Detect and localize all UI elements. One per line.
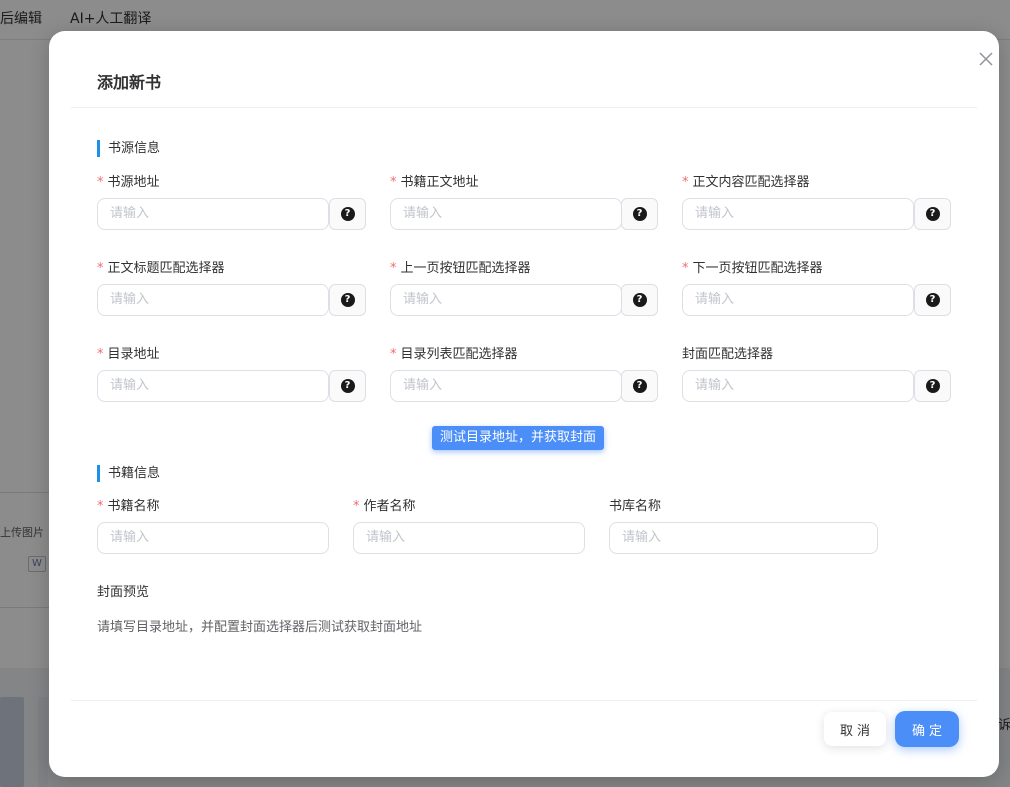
title-selector-input[interactable]: 请输入 xyxy=(97,284,329,316)
library-name-input[interactable]: 请输入 xyxy=(609,522,878,554)
section-title-book: 书籍信息 xyxy=(97,465,160,482)
required-mark: * xyxy=(97,499,104,514)
question-icon: ? xyxy=(925,207,940,221)
help-button-content-selector[interactable]: ? xyxy=(914,198,951,230)
cover-preview-hint: 请填写目录地址，并配置封面选择器后测试获取封面地址 xyxy=(97,620,423,635)
catalog-url-input[interactable]: 请输入 xyxy=(97,370,329,402)
dialog-title: 添加新书 xyxy=(97,73,162,92)
label-title-selector: * 正文标题匹配选择器 xyxy=(97,261,225,276)
help-button-title-selector[interactable]: ? xyxy=(329,284,366,316)
cancel-button[interactable]: 取消 xyxy=(824,712,886,746)
question-icon: ? xyxy=(925,379,940,393)
required-mark: * xyxy=(353,499,360,514)
required-mark: * xyxy=(97,261,104,276)
question-icon: ? xyxy=(925,293,940,307)
header-divider xyxy=(71,107,977,108)
content-url-input[interactable]: 请输入 xyxy=(390,198,622,230)
label-prev-selector: * 上一页按钮匹配选择器 xyxy=(390,261,531,276)
cover-preview-label: 封面预览 xyxy=(97,585,150,600)
required-mark: * xyxy=(97,347,104,362)
required-mark: * xyxy=(390,261,397,276)
label-content-url: * 书籍正文地址 xyxy=(390,175,479,190)
section-title-source: 书源信息 xyxy=(97,140,160,157)
help-button-cover-selector[interactable]: ? xyxy=(914,370,951,402)
question-icon: ? xyxy=(632,207,647,221)
required-mark: * xyxy=(390,347,397,362)
question-icon: ? xyxy=(340,207,355,221)
book-name-input[interactable]: 请输入 xyxy=(97,522,329,554)
footer-divider xyxy=(71,700,977,701)
confirm-button[interactable]: 确定 xyxy=(895,711,959,747)
author-name-input[interactable]: 请输入 xyxy=(353,522,585,554)
close-icon xyxy=(979,52,993,66)
help-button-catalog-list-selector[interactable]: ? xyxy=(621,370,658,402)
help-button-prev-selector[interactable]: ? xyxy=(621,284,658,316)
question-icon: ? xyxy=(340,293,355,307)
label-library-name: 书库名称 xyxy=(609,499,662,514)
required-mark: * xyxy=(682,261,689,276)
next-selector-input[interactable]: 请输入 xyxy=(682,284,914,316)
label-book-name: * 书籍名称 xyxy=(97,499,160,514)
label-catalog-list-selector: * 目录列表匹配选择器 xyxy=(390,347,518,362)
catalog-list-selector-input[interactable]: 请输入 xyxy=(390,370,622,402)
required-mark: * xyxy=(682,175,689,190)
help-button-catalog-url[interactable]: ? xyxy=(329,370,366,402)
required-mark: * xyxy=(97,175,104,190)
label-cover-selector: 封面匹配选择器 xyxy=(682,347,774,362)
help-button-source-url[interactable]: ? xyxy=(329,198,366,230)
label-catalog-url: * 目录地址 xyxy=(97,347,160,362)
test-catalog-button[interactable]: 测试目录地址，并获取封面 xyxy=(432,426,605,450)
content-selector-input[interactable]: 请输入 xyxy=(682,198,914,230)
label-next-selector: * 下一页按钮匹配选择器 xyxy=(682,261,823,276)
required-mark: * xyxy=(390,175,397,190)
source-url-input[interactable]: 请输入 xyxy=(97,198,329,230)
label-content-selector: * 正文内容匹配选择器 xyxy=(682,175,810,190)
help-button-next-selector[interactable]: ? xyxy=(914,284,951,316)
add-book-dialog: 添加新书 书源信息 * 书源地址 请输入 ? * 书籍正文地址 请输入 ? * 正文内… xyxy=(49,31,999,777)
help-button-content-url[interactable]: ? xyxy=(621,198,658,230)
close-button[interactable] xyxy=(976,49,996,69)
question-icon: ? xyxy=(632,293,647,307)
label-author-name: * 作者名称 xyxy=(353,499,416,514)
question-icon: ? xyxy=(340,379,355,393)
cover-selector-input[interactable]: 请输入 xyxy=(682,370,914,402)
question-icon: ? xyxy=(632,379,647,393)
prev-selector-input[interactable]: 请输入 xyxy=(390,284,622,316)
label-source-url: * 书源地址 xyxy=(97,175,160,190)
